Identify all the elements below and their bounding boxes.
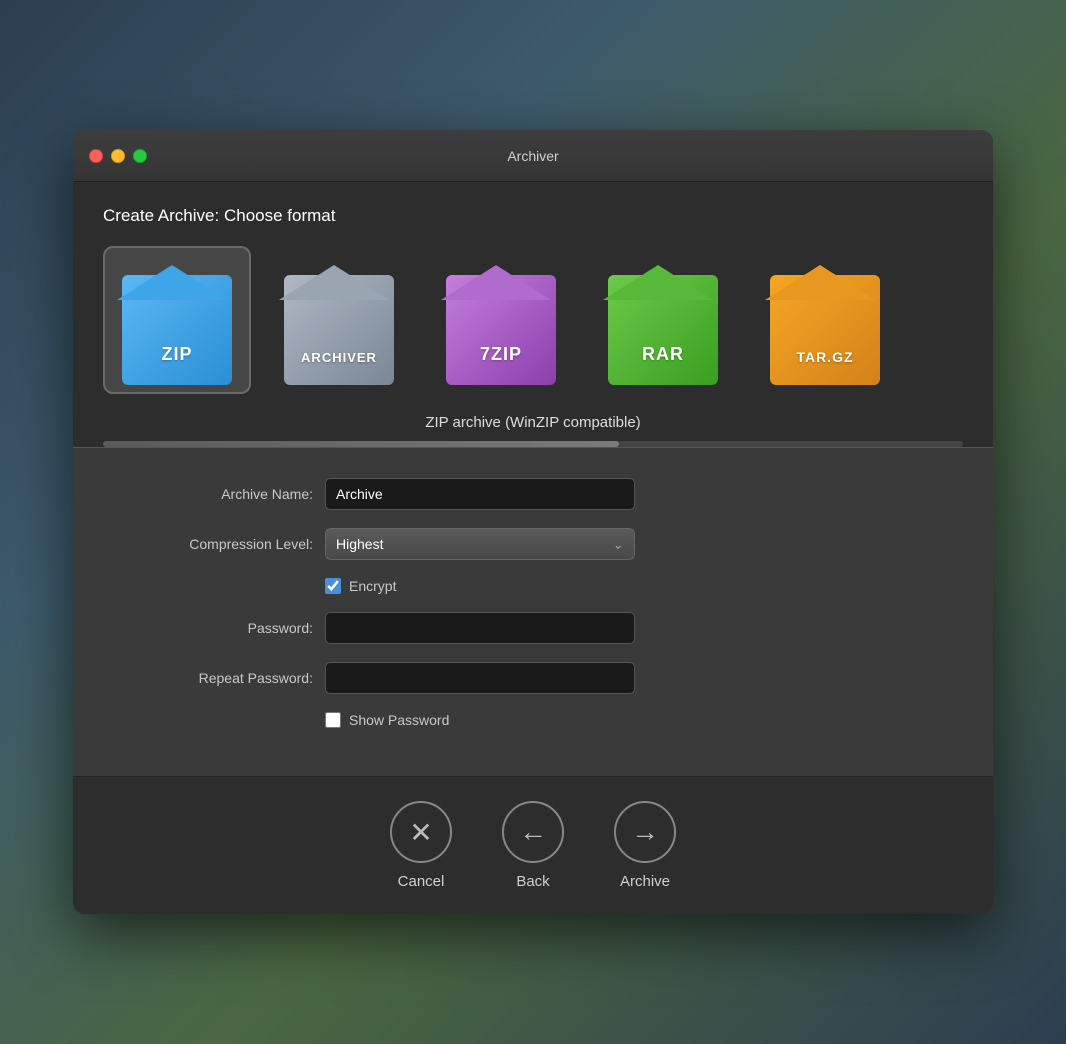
window-title: Archiver bbox=[507, 148, 558, 164]
zip-label: ZIP bbox=[161, 344, 192, 365]
rar-envelope: RAR bbox=[603, 255, 723, 385]
section-heading: Create Archive: Choose format bbox=[103, 206, 963, 226]
repeat-password-row: Repeat Password: bbox=[113, 662, 953, 694]
encrypt-label[interactable]: Encrypt bbox=[325, 578, 396, 594]
form-section: Archive Name: Compression Level: Fastest… bbox=[73, 447, 993, 776]
show-password-label[interactable]: Show Password bbox=[325, 712, 449, 728]
compression-level-label: Compression Level: bbox=[113, 536, 313, 552]
back-icon: ← bbox=[502, 801, 564, 863]
show-password-row: Show Password bbox=[113, 712, 953, 728]
minimize-button[interactable] bbox=[111, 149, 125, 163]
encrypt-text: Encrypt bbox=[349, 578, 396, 594]
button-bar: ✕ Cancel ← Back → Archive bbox=[73, 776, 993, 914]
targz-label: TAR.GZ bbox=[796, 349, 853, 365]
compression-select-wrapper: Fastest Fast Normal High Highest bbox=[325, 528, 635, 560]
archive-button[interactable]: → Archive bbox=[614, 801, 676, 890]
format-rar[interactable]: RAR bbox=[589, 246, 737, 394]
format-targz[interactable]: TAR.GZ bbox=[751, 246, 899, 394]
zip-envelope: ZIP bbox=[117, 255, 237, 385]
top-section: Create Archive: Choose format ZIP ARCHIV… bbox=[73, 182, 993, 447]
show-password-checkbox[interactable] bbox=[325, 712, 341, 728]
cancel-label: Cancel bbox=[398, 873, 445, 890]
format-zip[interactable]: ZIP bbox=[103, 246, 251, 394]
rar-label: RAR bbox=[642, 344, 684, 365]
close-button[interactable] bbox=[89, 149, 103, 163]
sevenzip-label: 7ZIP bbox=[480, 344, 522, 365]
password-input[interactable] bbox=[325, 612, 635, 644]
targz-envelope: TAR.GZ bbox=[765, 255, 885, 385]
repeat-password-input[interactable] bbox=[325, 662, 635, 694]
selected-format-name: ZIP archive (WinZIP compatible) bbox=[103, 414, 963, 431]
archive-name-input[interactable] bbox=[325, 478, 635, 510]
cancel-icon: ✕ bbox=[390, 801, 452, 863]
archiver-envelope: ARCHIVER bbox=[279, 255, 399, 385]
compression-level-select[interactable]: Fastest Fast Normal High Highest bbox=[325, 528, 635, 560]
format-7zip[interactable]: 7ZIP bbox=[427, 246, 575, 394]
maximize-button[interactable] bbox=[133, 149, 147, 163]
cancel-button[interactable]: ✕ Cancel bbox=[390, 801, 452, 890]
encrypt-checkbox[interactable] bbox=[325, 578, 341, 594]
titlebar: Archiver bbox=[73, 130, 993, 182]
format-selector: ZIP ARCHIVER 7ZIP bbox=[103, 246, 963, 394]
password-label: Password: bbox=[113, 620, 313, 636]
back-button[interactable]: ← Back bbox=[502, 801, 564, 890]
format-archiver[interactable]: ARCHIVER bbox=[265, 246, 413, 394]
encrypt-row: Encrypt bbox=[113, 578, 953, 594]
main-window: Archiver Create Archive: Choose format Z… bbox=[73, 130, 993, 914]
archive-name-row: Archive Name: bbox=[113, 478, 953, 510]
show-password-text: Show Password bbox=[349, 712, 449, 728]
archive-label: Archive bbox=[620, 873, 670, 890]
back-label: Back bbox=[516, 873, 549, 890]
heading-bold: Create Archive: bbox=[103, 206, 219, 225]
compression-level-row: Compression Level: Fastest Fast Normal H… bbox=[113, 528, 953, 560]
archiver-label: ARCHIVER bbox=[301, 350, 377, 365]
password-row: Password: bbox=[113, 612, 953, 644]
archive-icon: → bbox=[614, 801, 676, 863]
archive-name-label: Archive Name: bbox=[113, 486, 313, 502]
traffic-lights bbox=[89, 149, 147, 163]
repeat-password-label: Repeat Password: bbox=[113, 670, 313, 686]
heading-normal: Choose format bbox=[219, 206, 335, 225]
sevenzip-envelope: 7ZIP bbox=[441, 255, 561, 385]
